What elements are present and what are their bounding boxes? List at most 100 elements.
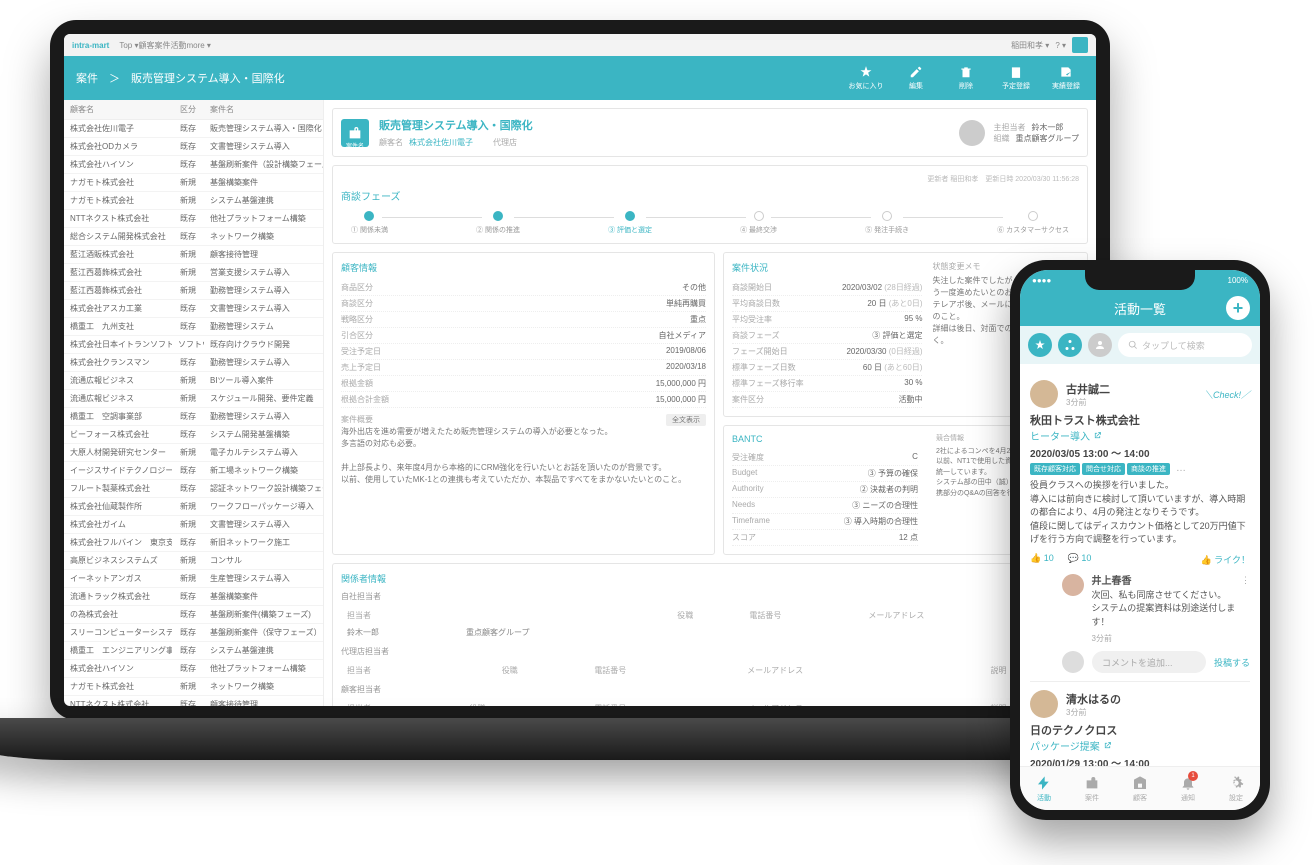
more-icon[interactable]: ⋮ — [1241, 574, 1250, 589]
opportunity-icon: 案件名 — [341, 119, 369, 147]
like-button[interactable]: 👍 ライク！ — [1200, 553, 1250, 566]
phase-step[interactable]: ⑥ カスタマーサクセス — [997, 211, 1069, 235]
report-action[interactable]: 実績登録 — [1048, 65, 1084, 91]
like-count[interactable]: 👍 10 — [1030, 553, 1054, 566]
breadcrumb: 案件 ＞ 販売管理システム導入・国際化 — [76, 70, 848, 86]
list-row[interactable]: 株式会社仙蔵製作所新規ワークフローパッケージ導入 — [64, 498, 323, 516]
list-row[interactable]: 流通トラック株式会社既存基盤構築案件 — [64, 588, 323, 606]
list-row[interactable]: 株式会社佐川電子既存販売管理システム導入・国際化 — [64, 120, 323, 138]
phase-step[interactable]: ④ 最終交渉 — [740, 211, 777, 235]
opportunity-list[interactable]: 顧客名 区分 案件名 株式会社佐川電子既存販売管理システム導入・国際化株式会社O… — [64, 100, 324, 706]
schedule-action[interactable]: 予定登録 — [998, 65, 1034, 91]
list-row[interactable]: ナガモト株式会社新規基盤構築案件 — [64, 174, 323, 192]
comment-count[interactable]: 💬 10 — [1068, 553, 1092, 566]
user-menu[interactable]: 稲田和孝 ▾ — [1011, 40, 1049, 51]
nav-活動[interactable]: 活動 — [1020, 767, 1068, 810]
list-row[interactable]: 流通広報ビジネス新規BIツール導入案件 — [64, 372, 323, 390]
nav-item[interactable]: more ▾ — [186, 41, 210, 50]
customer-info-card: 顧客情報 商品区分その他商談区分単純再購買戦略区分重点引合区分自社メディア受注予… — [332, 252, 715, 555]
relations-card: 関係者情報 自社担当者担当者役職電話番号メールアドレス鈴木一郎重点顧客グループ代… — [332, 563, 1088, 706]
owner-avatar — [959, 120, 985, 146]
list-row[interactable]: 藍江西葛飾株式会社新規勤務管理システム導入 — [64, 282, 323, 300]
activity-item[interactable]: 古井誠二3分前＼Check!／ 秋田トラスト株式会社 ヒーター導入 2020/0… — [1030, 372, 1250, 682]
list-row[interactable]: イージスサイドテクノロジー株式会社既存新工場ネットワーク構築 — [64, 462, 323, 480]
more-icon[interactable]: … — [1176, 463, 1186, 475]
sub-header: 案件 ＞ 販売管理システム導入・国際化 お気に入り編集削除予定登録実績登録 — [64, 56, 1096, 100]
expand-memo-button[interactable]: 全文表示 — [666, 414, 706, 426]
phone-frame: ●●●● 100% 活動一覧 + タップして検索 古井誠二3分前＼Check!／… — [1010, 260, 1270, 820]
list-row[interactable]: 株式会社ODカメラ既存文書管理システム導入 — [64, 138, 323, 156]
list-row[interactable]: の為株式会社既存基盤刷新案件(構築フェーズ) — [64, 606, 323, 624]
edit-action[interactable]: 編集 — [898, 65, 934, 91]
nav-顧客[interactable]: 顧客 — [1116, 767, 1164, 810]
list-row[interactable]: 藍江西葛飾株式会社新規営業支援システム導入 — [64, 264, 323, 282]
laptop-frame: intra-mart Top ▾顧客案件活動more ▾ 稲田和孝 ▾ ? ▾ … — [50, 20, 1110, 720]
list-row[interactable]: 株式会社日本イトランソフトソフトウ既存向けクラウド開発 — [64, 336, 323, 354]
avatar — [1062, 651, 1084, 673]
activity-feed[interactable]: 古井誠二3分前＼Check!／ 秋田トラスト株式会社 ヒーター導入 2020/0… — [1020, 364, 1260, 766]
list-row[interactable]: NTTネクスト株式会社既存他社プラットフォーム構築 — [64, 210, 323, 228]
list-row[interactable]: 株式会社クランスマン既存勤務管理システム導入 — [64, 354, 323, 372]
title-card: 案件名 販売管理システム導入・国際化 顧客名株式会社佐川電子 代理店 — [332, 108, 1088, 157]
list-row[interactable]: 藍江酒販株式会社新規顧客接待管理 — [64, 246, 323, 264]
del-action[interactable]: 削除 — [948, 65, 984, 91]
open-icon[interactable] — [1103, 741, 1112, 750]
search-input[interactable]: タップして検索 — [1118, 333, 1252, 357]
phase-step[interactable]: ⑤ 発注手続き — [865, 211, 909, 235]
nav-案件[interactable]: 案件 — [1068, 767, 1116, 810]
nav-通知[interactable]: 1通知 — [1164, 767, 1212, 810]
list-row[interactable]: 株式会社ハイソン既存他社プラットフォーム構築 — [64, 660, 323, 678]
col-name: 案件名 — [204, 100, 323, 119]
list-row[interactable]: 流通広報ビジネス新規スケジュール開発、要件定義 — [64, 390, 323, 408]
list-row[interactable]: 橋重工 九州支社既存勤務管理システム — [64, 318, 323, 336]
avatar — [1062, 574, 1084, 596]
logo: intra-mart — [72, 41, 109, 50]
list-row[interactable]: フルート製薬株式会社既存認証ネットワーク設計構築フェーズ — [64, 480, 323, 498]
list-row[interactable]: イーネットアンガス新規生産管理システム導入 — [64, 570, 323, 588]
app-header: intra-mart Top ▾顧客案件活動more ▾ 稲田和孝 ▾ ? ▾ — [64, 34, 1096, 56]
nav-item[interactable]: 顧客 — [138, 41, 154, 50]
nav-item[interactable]: Top ▾ — [119, 41, 138, 50]
list-row[interactable]: 株式会社ガイム新規文書管理システム導入 — [64, 516, 323, 534]
list-row[interactable]: 総合システム開発株式会社既存ネットワーク構築 — [64, 228, 323, 246]
avatar — [1030, 380, 1058, 408]
phase-step[interactable]: ② 関係の推進 — [476, 211, 520, 235]
list-row[interactable]: スリーコンピューターシステム会既存基盤刷新案件（保守フェーズ） — [64, 624, 323, 642]
fav-action[interactable]: お気に入り — [848, 65, 884, 91]
filter-user[interactable] — [1088, 333, 1112, 357]
avatar — [1030, 690, 1058, 718]
list-row[interactable]: ビーフォース株式会社既存システム開発基盤構築 — [64, 426, 323, 444]
help-menu[interactable]: ? ▾ — [1055, 41, 1066, 50]
phone-nav: 活動案件顧客1通知設定 — [1020, 766, 1260, 810]
filter-bar: タップして検索 — [1020, 326, 1260, 364]
phone-header: 活動一覧 + — [1020, 290, 1260, 326]
list-row[interactable]: 株式会社フルバイン 東京支店既存新旧ネットワーク施工 — [64, 534, 323, 552]
list-row[interactable]: 橋重工 エンジニアリング事業部既存システム基盤連携 — [64, 642, 323, 660]
col-customer: 顧客名 — [64, 100, 172, 119]
list-row[interactable]: ナガモト株式会社新規システム基盤連携 — [64, 192, 323, 210]
open-icon[interactable] — [1093, 431, 1102, 440]
col-type: 区分 — [172, 100, 204, 119]
post-button[interactable]: 投稿する — [1214, 656, 1250, 669]
list-row[interactable]: 大原人材開発研究センター新規電子カルテシステム導入 — [64, 444, 323, 462]
list-row[interactable]: ナガモト株式会社新規ネットワーク構築 — [64, 678, 323, 696]
list-row[interactable]: NTTネクスト株式会社既存顧客接待管理 — [64, 696, 323, 706]
list-row[interactable]: 株式会社ハイソン既存基盤刷新案件（設計構築フェーズ） — [64, 156, 323, 174]
filter-star[interactable] — [1028, 333, 1052, 357]
nav-item[interactable]: 案件 — [154, 41, 170, 50]
nav-item[interactable]: 活動 — [170, 41, 186, 50]
nav-設定[interactable]: 設定 — [1212, 767, 1260, 810]
list-row[interactable]: 橋重工 空調事業部既存勤務管理システム導入 — [64, 408, 323, 426]
phase-step[interactable]: ① 関係未満 — [351, 211, 388, 235]
list-row[interactable]: 株式会社アスカ工業既存文書管理システム導入 — [64, 300, 323, 318]
add-button[interactable]: + — [1226, 296, 1250, 320]
activity-item[interactable]: 清水はるの3分前 日のテクノクロス パッケージ提案 2020/01/29 13:… — [1030, 682, 1250, 766]
filter-org[interactable] — [1058, 333, 1082, 357]
header-actions: お気に入り編集削除予定登録実績登録 — [848, 65, 1084, 91]
list-row[interactable]: 高原ビジネスシステムズ新規コンサル — [64, 552, 323, 570]
phone-notch — [1085, 270, 1195, 290]
phase-card: 更新者 稲田和孝 更新日時 2020/03/30 11:56:28 商談フェーズ… — [332, 165, 1088, 244]
customer-link[interactable]: 株式会社佐川電子 — [409, 138, 473, 147]
comment-input[interactable]: コメントを追加... — [1092, 651, 1206, 673]
phase-step[interactable]: ③ 評価と選定 — [608, 211, 652, 235]
